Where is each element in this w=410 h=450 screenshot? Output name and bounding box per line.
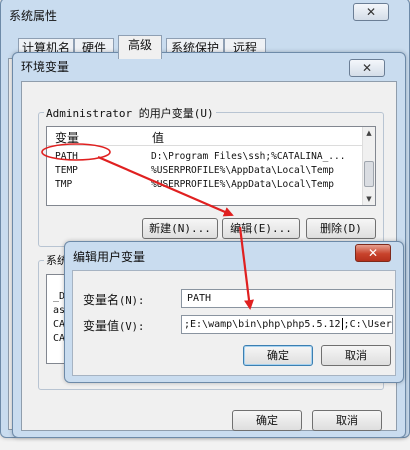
scroll-thumb[interactable] <box>364 161 374 187</box>
table-row[interactable]: TEMP %USERPROFILE%\AppData\Local\Temp <box>47 165 375 177</box>
column-header-variable[interactable]: 变量 <box>55 129 79 146</box>
system-properties-close-button[interactable]: ✕ <box>353 3 389 21</box>
edit-ok-button[interactable]: 确定 <box>243 345 313 366</box>
system-properties-title: 系统属性 <box>9 9 58 23</box>
list-header: 变量 值 <box>47 127 375 146</box>
variable-name-cell: TEMP <box>55 165 78 176</box>
text-caret <box>341 318 343 330</box>
new-variable-button[interactable]: 新建(N)... <box>142 218 218 239</box>
column-header-value[interactable]: 值 <box>152 129 164 146</box>
table-row[interactable]: TMP %USERPROFILE%\AppData\Local\Temp <box>47 179 375 191</box>
table-row[interactable]: PATH D:\Program Files\ssh;%CATALINA_... <box>47 151 375 163</box>
variable-value-cell: %USERPROFILE%\AppData\Local\Temp <box>151 165 335 176</box>
tab-advanced[interactable]: 高级 <box>118 35 162 59</box>
edit-dialog-panel: 变量名(N): PATH 变量值(V): ;E:\wamp\bin\php\ph… <box>72 270 396 376</box>
variable-name-cell: TMP <box>55 179 73 190</box>
close-icon: ✕ <box>367 246 379 260</box>
close-icon: ✕ <box>361 61 373 75</box>
close-icon: ✕ <box>365 5 377 19</box>
env-cancel-button[interactable]: 取消 <box>312 410 382 431</box>
list-scrollbar[interactable]: ▲ ▼ <box>362 127 375 205</box>
user-variables-list[interactable]: 变量 值 PATH D:\Program Files\ssh;%CATALINA… <box>46 126 376 206</box>
variable-value-label: 变量值(V): <box>83 319 145 333</box>
delete-variable-button[interactable]: 删除(D) <box>306 218 376 239</box>
edit-dialog-title: 编辑用户变量 <box>73 250 146 264</box>
variable-name-input[interactable]: PATH <box>181 289 393 308</box>
variable-value-cell: D:\Program Files\ssh;%CATALINA_... <box>151 151 346 162</box>
edit-user-variable-dialog: 编辑用户变量 ✕ 变量名(N): PATH 变量值(V): ;E:\wamp\b… <box>64 241 404 383</box>
scroll-down-icon[interactable]: ▼ <box>363 193 375 205</box>
variable-name-cell: PATH <box>55 151 78 162</box>
scroll-up-icon[interactable]: ▲ <box>363 127 375 139</box>
variable-value-input[interactable]: ;E:\wamp\bin\php\php5.5.12 ;C:\Users <box>181 315 393 334</box>
edit-dialog-close-button[interactable]: ✕ <box>355 244 391 262</box>
variable-name-label: 变量名(N): <box>83 293 145 307</box>
variable-value-cell: %USERPROFILE%\AppData\Local\Temp <box>151 179 335 190</box>
environment-variables-close-button[interactable]: ✕ <box>349 59 385 77</box>
env-ok-button[interactable]: 确定 <box>232 410 302 431</box>
environment-variables-title: 环境变量 <box>21 60 70 74</box>
edit-variable-button[interactable]: 编辑(E)... <box>222 218 300 239</box>
user-variables-group-label: Administrator 的用户变量(U) <box>44 105 216 121</box>
edit-cancel-button[interactable]: 取消 <box>321 345 391 366</box>
